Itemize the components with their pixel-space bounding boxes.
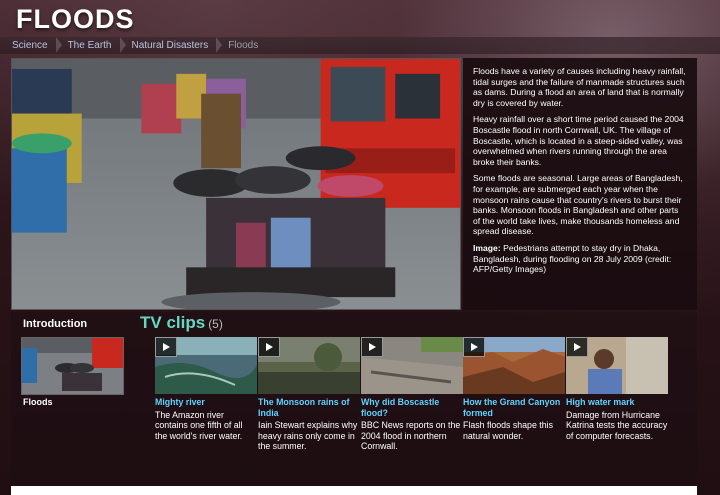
image-caption: Image: Pedestrians attempt to stay dry i… [473,243,687,275]
clip-description: BBC News reports on the 2004 flood in no… [361,420,461,452]
play-icon[interactable] [155,337,177,357]
description-paragraph-1: Floods have a variety of causes includin… [473,66,686,108]
clip-description: Flash floods shape this natural wonder. [463,420,553,441]
tv-clips-heading: TV clips (5) [140,313,223,333]
breadcrumb-floods: Floods [228,40,259,51]
tv-clip-4[interactable]: How the Grand Canyon formed Flash floods… [463,337,565,441]
tv-clips-count: (5) [208,317,223,331]
page-title: FLOODS [16,4,135,34]
tv-clips-title: TV clips [140,313,206,332]
breadcrumb-science[interactable]: Science [0,37,62,54]
description-paragraph-2: Heavy rainfall over a short time period … [473,114,684,167]
play-icon[interactable] [463,337,485,357]
description-paragraph-3: Some floods are seasonal. Large areas of… [473,173,683,237]
introduction-link-floods[interactable]: Floods [23,397,53,407]
clip-thumbnail[interactable] [155,337,257,394]
media-section: Introduction Floods TV clips (5) Mighty r… [11,312,697,484]
tv-clip-1[interactable]: Mighty river The Amazon river contains o… [155,337,257,441]
play-icon[interactable] [566,337,588,357]
tv-clip-3[interactable]: Why did Boscastle flood? BBC News report… [361,337,463,452]
breadcrumb: Science The Earth Natural Disasters Floo… [0,37,720,54]
clip-title[interactable]: Why did Boscastle flood? [361,397,463,418]
clip-description: Damage from Hurricane Katrina tests the … [566,409,668,441]
footer-bar [11,486,697,495]
clip-description: Iain Stewart explains why heavy rains on… [258,420,358,452]
clip-thumbnail[interactable] [258,337,360,394]
clip-thumbnail[interactable] [463,337,565,394]
tv-clip-2[interactable]: The Monsoon rains of India Iain Stewart … [258,337,360,452]
clip-title[interactable]: Mighty river [155,397,257,408]
image-caption-text: Pedestrians attempt to stay dry in Dhaka… [473,242,672,275]
introduction-thumbnail[interactable] [21,337,124,395]
clip-thumbnail[interactable] [361,337,463,394]
tv-clip-5[interactable]: High water mark Damage from Hurricane Ka… [566,337,668,441]
play-icon[interactable] [258,337,280,357]
description-panel: Floods have a variety of causes includin… [463,58,697,310]
clip-title[interactable]: High water mark [566,397,668,408]
breadcrumb-natural-disasters[interactable]: Natural Disasters [120,37,222,54]
clip-title[interactable]: How the Grand Canyon formed [463,397,565,418]
breadcrumb-the-earth[interactable]: The Earth [56,37,126,54]
clip-title[interactable]: The Monsoon rains of India [258,397,360,418]
image-caption-label: Image: [473,242,501,253]
play-icon[interactable] [361,337,383,357]
hero-image [11,58,461,310]
clip-thumbnail[interactable] [566,337,668,394]
clip-description: The Amazon river contains one fifth of a… [155,409,243,441]
introduction-heading: Introduction [23,318,88,330]
